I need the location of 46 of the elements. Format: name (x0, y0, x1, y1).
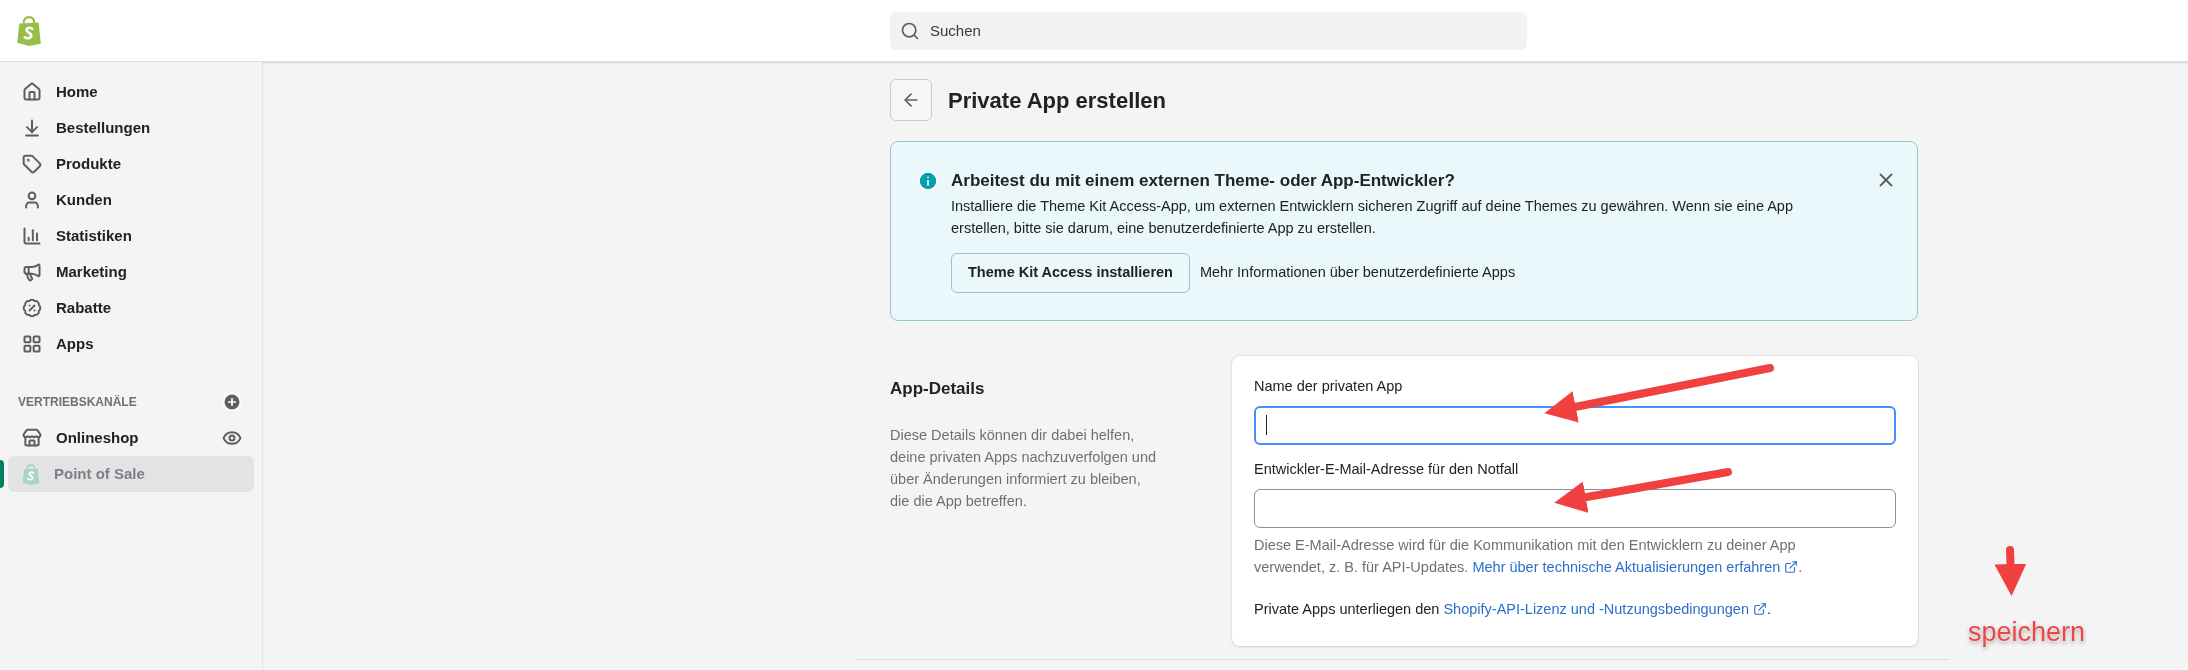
section-heading: VERTRIEBSKANÄLE (18, 394, 137, 411)
sidebar-item[interactable]: Rabatte (8, 290, 254, 326)
banner-title: Arbeitest du mit einem externen Theme- oder App-Entwickler? (951, 170, 1456, 192)
tag-icon (22, 154, 42, 174)
sidebar-item[interactable]: Apps (8, 326, 254, 362)
sidebar-item[interactable]: Onlineshop (8, 420, 254, 456)
sidebar-item[interactable]: Statistiken (8, 218, 254, 254)
apps-grid-icon (22, 334, 42, 354)
text-field[interactable] (1254, 405, 1896, 445)
text-cursor (1266, 415, 1267, 436)
field-label: Entwickler-E-Mail-Adresse für den Notfall (1254, 459, 1520, 479)
section-description: Diese Details können dir dabei helfen, deine privaten Apps nachzuverfolgen und über Änderungen informiert zu bleiben, die die App betreffen. (890, 425, 1158, 511)
license-text: Private Apps unterliegen den Shopify-API-Lizenz und -Nutzungsbedingungen . (1254, 599, 1772, 619)
external-link-icon (1784, 559, 1799, 574)
external-link-icon (1752, 601, 1767, 616)
section-heading: App-Details (890, 378, 986, 400)
page-title: Private App erstellen (948, 86, 1167, 115)
store-icon (22, 428, 42, 448)
help-text: Diese E-Mail-Adresse wird für die Kommunikation mit den Entwicklern zu deiner App verwendet, z. B. für API-Updates. Mehr über technische Aktualisierungen erfahren . (1254, 535, 1804, 577)
info-link[interactable]: Mehr Informationen über benutzerdefinierte Apps (1199, 262, 1516, 284)
search-field[interactable]: Suchen (890, 11, 1527, 50)
person-icon (22, 190, 42, 210)
view-icon[interactable] (222, 428, 242, 448)
bar-chart-icon (22, 226, 42, 246)
search-icon (900, 20, 920, 41)
add-icon[interactable] (222, 392, 242, 412)
install-button[interactable]: Theme Kit Access installieren (951, 253, 1190, 293)
text-field[interactable] (1254, 488, 1896, 528)
sidebar-item[interactable]: Kunden (8, 182, 254, 218)
back-button[interactable] (890, 79, 932, 121)
banner-text: Installiere die Theme Kit Access-App, um externen Entwicklern sicheren Zugriff auf deine Themes zu gewähren. Wenn sie eine App erstellen, bitte sie darum, eine benutzerdefinierte App zu erstellen. (951, 197, 1794, 238)
field-label: Name der privaten App (1254, 377, 1404, 396)
percent-badge-icon (22, 298, 42, 318)
shopping-bag-icon (22, 463, 40, 485)
info-icon (917, 170, 939, 192)
annotation-arrow (1994, 546, 2027, 596)
sidebar-item[interactable]: Marketing (8, 254, 254, 290)
help-link[interactable]: Mehr über technische Aktualisierungen erfahren (1472, 558, 1799, 575)
megaphone-icon (22, 262, 42, 282)
sidebar-item[interactable]: Produkte (8, 146, 254, 182)
annotation-label: speichern (1968, 616, 2086, 649)
home-icon (22, 82, 42, 102)
license-link[interactable]: Shopify-API-Lizenz und -Nutzungsbedingungen (1443, 600, 1767, 617)
sidebar-item[interactable]: Home (8, 74, 254, 110)
sidebar-item[interactable]: Bestellungen (8, 110, 254, 146)
shopping-bag-logo-icon (16, 15, 42, 46)
